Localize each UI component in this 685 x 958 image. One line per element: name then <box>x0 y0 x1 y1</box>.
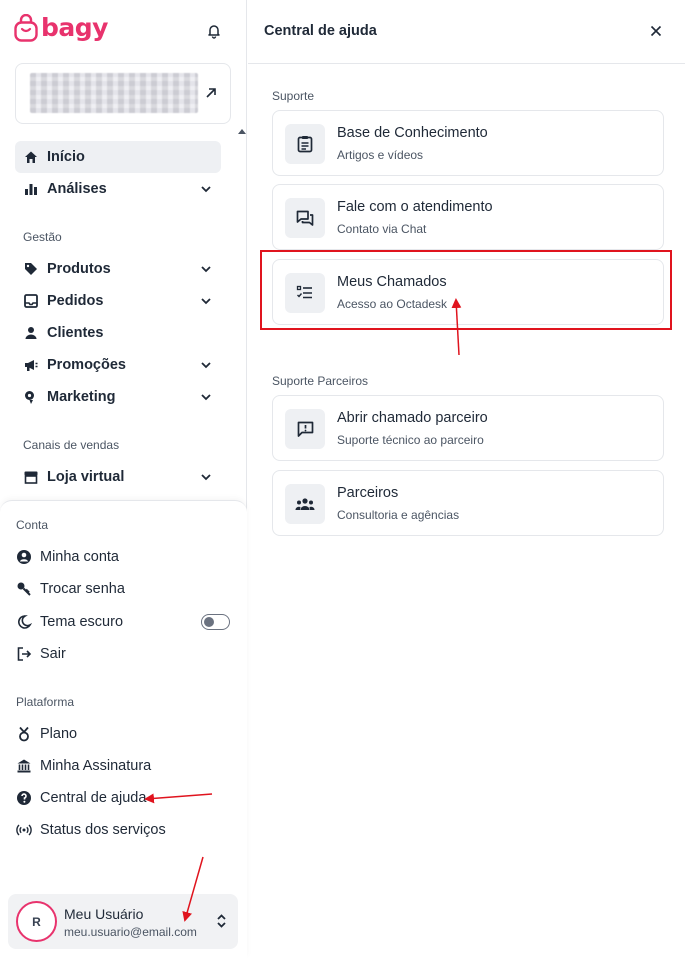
section-label-gestao: Gestão <box>23 230 62 244</box>
user-profile-card[interactable]: R Meu Usuário meu.usuario@email.com <box>8 894 238 949</box>
menu-item-sair[interactable]: Sair <box>16 642 66 666</box>
menu-item-status-servicos[interactable]: Status dos serviços <box>16 818 166 842</box>
menu-item-plano[interactable]: Plano <box>16 722 77 746</box>
menu-item-label: Trocar senha <box>40 581 125 597</box>
group-icon <box>285 484 325 524</box>
help-circle-icon <box>17 791 31 805</box>
help-card-base-conhecimento[interactable]: Base de Conhecimento Artigos e vídeos <box>272 110 664 176</box>
nav-label: Início <box>47 149 85 165</box>
chevron-down-icon <box>201 298 211 305</box>
user-email: meu.usuario@email.com <box>64 925 197 939</box>
help-card-title: Abrir chamado parceiro <box>337 410 488 426</box>
menu-item-label: Sair <box>40 646 66 662</box>
nav-label: Análises <box>47 181 107 197</box>
help-panel-header: Central de ajuda <box>248 0 685 64</box>
section-label-plataforma: Plataforma <box>16 695 75 709</box>
medal-icon <box>19 726 29 742</box>
chevron-down-icon <box>201 362 211 369</box>
key-icon <box>17 582 31 596</box>
nav-label: Clientes <box>47 325 104 341</box>
help-card-parceiros[interactable]: Parceiros Consultoria e agências <box>272 470 664 536</box>
menu-item-minha-assinatura[interactable]: Minha Assinatura <box>16 754 151 778</box>
feedback-icon <box>285 409 325 449</box>
menu-item-label: Plano <box>40 726 78 742</box>
nav-label: Promoções <box>47 357 126 373</box>
nav-item-pedidos[interactable]: Pedidos <box>15 285 221 317</box>
menu-item-label: Central de ajuda <box>40 790 147 806</box>
logout-icon <box>17 647 32 661</box>
close-icon[interactable] <box>650 25 662 37</box>
user-name: Meu Usuário <box>64 906 144 922</box>
inbox-icon <box>24 294 38 308</box>
store-name-redacted <box>30 73 198 113</box>
clipboard-icon <box>285 124 325 164</box>
nav-label: Pedidos <box>47 293 104 309</box>
nav-item-marketing[interactable]: Marketing <box>15 381 221 413</box>
section-label-suporte-parceiros: Suporte Parceiros <box>272 374 369 388</box>
user-circle-icon <box>17 550 31 564</box>
megaphone-icon <box>25 360 38 371</box>
moon-icon <box>18 615 32 629</box>
help-card-subtitle: Suporte técnico ao parceiro <box>337 433 484 447</box>
nav-item-analises[interactable]: Análises <box>15 173 221 205</box>
chevron-down-icon <box>201 394 211 401</box>
menu-item-label: Minha Assinatura <box>40 758 152 774</box>
store-selector[interactable] <box>15 63 231 124</box>
nav-item-inicio[interactable]: Início <box>15 141 221 173</box>
section-label-conta: Conta <box>16 518 49 532</box>
help-card-fale-atendimento[interactable]: Fale com o atendimento Contato via Chat <box>272 184 664 250</box>
bank-icon <box>17 759 31 773</box>
brand-name: bagy <box>41 13 108 42</box>
help-card-abrir-chamado-parceiro[interactable]: Abrir chamado parceiro Suporte técnico a… <box>272 395 664 461</box>
menu-item-label: Tema escuro <box>40 614 124 630</box>
chat-icon <box>285 198 325 238</box>
home-icon <box>25 151 37 163</box>
help-card-subtitle: Contato via Chat <box>337 222 427 236</box>
broadcast-icon <box>16 824 32 836</box>
help-panel-title: Central de ajuda <box>264 23 377 39</box>
marketing-icon <box>25 391 34 404</box>
help-card-title: Fale com o atendimento <box>337 199 493 215</box>
nav-item-promocoes[interactable]: Promoções <box>15 349 221 381</box>
menu-item-label: Minha conta <box>40 549 119 565</box>
menu-item-label: Status dos serviços <box>40 822 166 838</box>
help-card-subtitle: Consultoria e agências <box>337 508 460 522</box>
bag-logo-icon <box>14 14 38 42</box>
nav-label: Produtos <box>47 261 111 277</box>
help-card-title: Parceiros <box>337 485 399 501</box>
expand-toggle-icon[interactable] <box>217 914 226 928</box>
chevron-down-icon <box>201 474 211 481</box>
menu-item-tema-escuro[interactable]: Tema escuro <box>16 610 123 634</box>
avatar: R <box>16 901 57 942</box>
external-link-icon[interactable] <box>204 86 218 100</box>
menu-item-minha-conta[interactable]: Minha conta <box>16 545 119 569</box>
toggle-knob <box>204 616 214 627</box>
nav-item-produtos[interactable]: Produtos <box>15 253 221 285</box>
bell-icon[interactable] <box>206 23 222 39</box>
person-icon <box>25 327 37 339</box>
chevron-down-icon <box>201 266 211 273</box>
bar-chart-icon <box>25 184 37 195</box>
sidebar: bagy Início Análises Gestão Produtos Ped… <box>0 0 247 958</box>
brand-logo[interactable]: bagy <box>14 14 108 42</box>
help-card-subtitle: Artigos e vídeos <box>337 148 424 162</box>
dark-theme-toggle[interactable] <box>201 614 230 630</box>
menu-item-central-de-ajuda[interactable]: Central de ajuda <box>16 786 146 810</box>
nav-item-clientes[interactable]: Clientes <box>15 317 221 349</box>
menu-item-trocar-senha[interactable]: Trocar senha <box>16 577 125 601</box>
chevron-down-icon <box>201 186 211 193</box>
nav-item-loja-virtual[interactable]: Loja virtual <box>15 461 221 493</box>
section-label-suporte: Suporte <box>272 89 315 103</box>
tag-icon <box>25 263 37 275</box>
section-label-canais: Canais de vendas <box>23 438 120 452</box>
help-card-title: Base de Conhecimento <box>337 125 488 141</box>
store-icon <box>24 471 38 484</box>
highlight-box <box>260 250 672 330</box>
scroll-up-icon[interactable] <box>238 128 246 134</box>
nav-label: Marketing <box>47 389 116 405</box>
nav-label: Loja virtual <box>47 469 125 485</box>
